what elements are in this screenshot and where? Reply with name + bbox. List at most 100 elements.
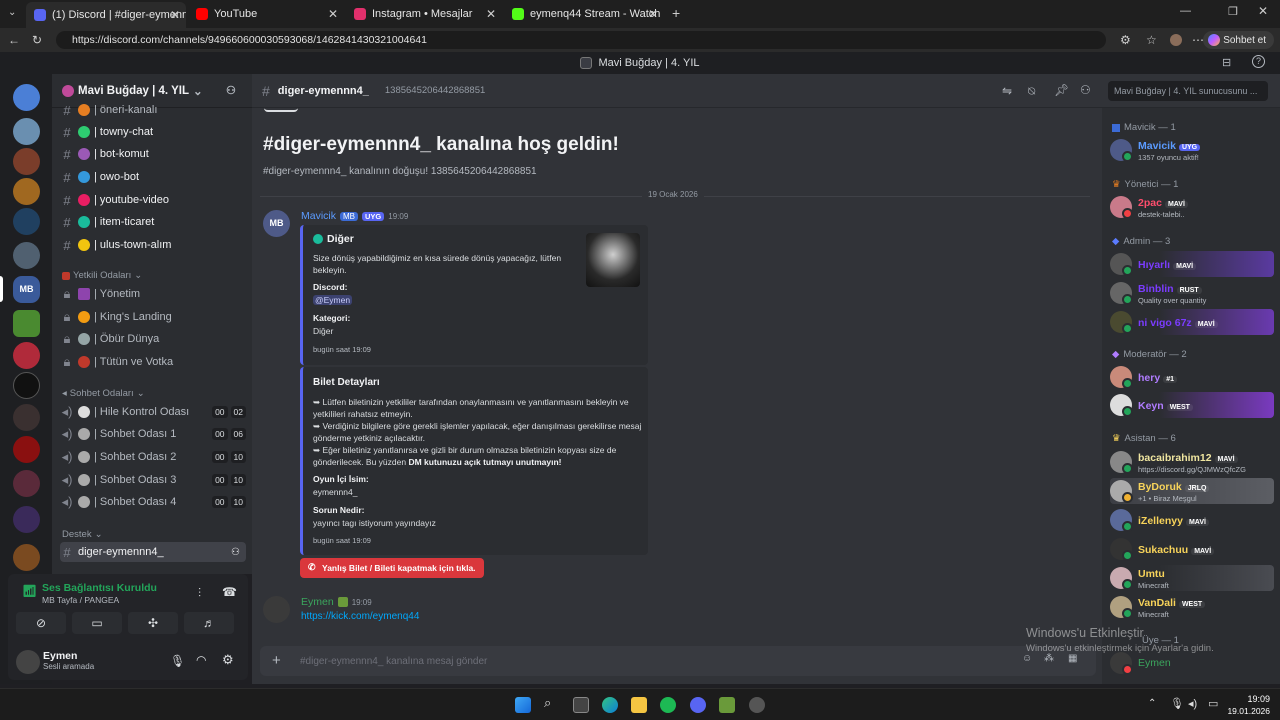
close-tab-icon[interactable]: ✕	[170, 8, 180, 22]
member-item[interactable]: ByDoruk JRLQ +1 • Biraz Meşgul	[1110, 478, 1274, 504]
author-name[interactable]: Mavicik	[301, 210, 336, 222]
embed-thumbnail[interactable]	[586, 233, 640, 287]
member-item[interactable]: iZellenyy MAVİ	[1110, 507, 1274, 533]
locked-voice-item[interactable]: 🔒︎ | Tütün ve Votka	[60, 352, 246, 372]
threads-icon[interactable]: ⇋	[1002, 84, 1012, 98]
server-icon[interactable]	[13, 208, 40, 235]
avatar[interactable]	[16, 650, 40, 674]
server-icon[interactable]	[13, 544, 40, 571]
locked-channel-item[interactable]: 🔒︎ | King's Landing	[60, 307, 246, 327]
channel-item[interactable]: # | owo-bot	[60, 167, 246, 187]
voice-channel-item[interactable]: ◂) | Sohbet Odası 4 00 10	[60, 492, 246, 512]
search-icon[interactable]: ⌕	[544, 695, 560, 711]
server-icon[interactable]	[13, 404, 40, 431]
server-icon[interactable]	[13, 436, 40, 463]
maximize-icon[interactable]: ❐	[1228, 5, 1238, 18]
member-item[interactable]: bacaibrahim12 MAVİ https://discord.gg/QJMW…	[1110, 449, 1274, 475]
category-destek[interactable]: Destek ⌄	[62, 529, 103, 540]
server-icon-mavi-bugday[interactable]: MB	[13, 276, 40, 303]
server-icon[interactable]	[13, 118, 40, 145]
add-attachment-icon[interactable]: +	[272, 652, 281, 669]
member-item[interactable]: hery #1	[1110, 364, 1274, 390]
member-item[interactable]: Sukachuu MAVİ	[1110, 536, 1274, 562]
pin-icon[interactable]: 📌︎	[1054, 83, 1069, 97]
message-link[interactable]: https://kick.com/eymenq44	[301, 611, 419, 622]
add-member-icon[interactable]: ⚇	[231, 547, 240, 558]
channel-item[interactable]: # | bot-komut	[60, 144, 246, 164]
new-tab-icon[interactable]: +	[672, 5, 680, 21]
channel-item-selected[interactable]: # diger-eymennn4_ ⚇	[60, 542, 246, 562]
tab-kick[interactable]: eymenq44 Stream - Watch Live on ✕	[504, 4, 664, 24]
voice-channel-item[interactable]: ◂) | Sohbet Odası 1 00 06	[60, 424, 246, 444]
member-item[interactable]: Keyn WEST	[1110, 392, 1274, 418]
task-view-icon[interactable]	[573, 697, 589, 713]
favorites-icon[interactable]: ☆	[1146, 33, 1157, 47]
voice-status[interactable]: Ses Bağlantısı Kuruldu	[42, 582, 157, 594]
help-icon[interactable]: ?	[1252, 55, 1265, 68]
steam-icon[interactable]	[749, 697, 765, 713]
copilot-chat-button[interactable]: Sohbet et	[1203, 31, 1274, 49]
sticker-icon[interactable]: ⁂	[1044, 653, 1054, 664]
speaker-icon[interactable]: ◂)	[1188, 697, 1197, 710]
soundboard-button[interactable]: ♬	[184, 612, 234, 634]
author-name[interactable]: Eymen	[301, 596, 334, 608]
start-icon[interactable]	[515, 697, 531, 713]
category-sohbet[interactable]: ◂ Sohbet Odaları ⌄	[62, 388, 145, 399]
channel-item[interactable]: # | youtube-video	[60, 190, 246, 210]
more-icon[interactable]: ⋯	[1192, 33, 1204, 47]
url-field[interactable]: https://discord.com/channels/94966060003…	[56, 31, 1106, 49]
locked-channel-item[interactable]: 🔒︎ | Yönetim	[60, 284, 246, 304]
mention[interactable]: @Eymen	[313, 295, 353, 305]
gear-icon[interactable]: ⚙	[222, 652, 234, 668]
headphones-icon[interactable]: ◠	[196, 653, 206, 667]
minimize-icon[interactable]: —	[1180, 5, 1191, 17]
server-icon[interactable]	[13, 310, 40, 337]
member-item[interactable]: 2pac MAVİ destek-talebi..	[1110, 194, 1274, 220]
minecraft-icon[interactable]	[719, 697, 735, 713]
notification-off-icon[interactable]: ⍉	[1028, 84, 1035, 99]
reload-icon[interactable]: ↻	[32, 33, 42, 47]
voice-channel-item[interactable]: ◂) | Sohbet Odası 3 00 10	[60, 470, 246, 490]
server-icon[interactable]	[13, 178, 40, 205]
server-icon[interactable]	[13, 84, 40, 111]
member-item[interactable]: ni vigo 67z MAVİ	[1110, 309, 1274, 335]
spotify-icon[interactable]	[660, 697, 676, 713]
extensions-icon[interactable]: ⚙	[1120, 33, 1131, 47]
channel-item[interactable]: # | towny-chat	[60, 122, 246, 142]
member-list-icon[interactable]: ⚇	[1080, 83, 1091, 97]
locked-voice-item[interactable]: 🔒︎ | Öbür Dünya	[60, 329, 246, 349]
channel-item[interactable]: # | öneri-kanalı	[60, 100, 246, 120]
discord-icon[interactable]	[690, 697, 706, 713]
close-tab-icon[interactable]: ✕	[328, 7, 338, 21]
voice-channel-item[interactable]: ◂) | Hile Kontrol Odası 00 02	[60, 402, 246, 422]
screen-share-button[interactable]: ▭	[72, 612, 122, 634]
search-input[interactable]: Mavi Buğday | 4. YIL sunucusunu ...	[1108, 81, 1268, 101]
close-tab-icon[interactable]: ✕	[648, 7, 658, 21]
channel-item[interactable]: # | ulus-town-alım	[60, 235, 246, 255]
edge-icon[interactable]	[602, 697, 618, 713]
noise-suppression-icon[interactable]: ⫶	[198, 586, 201, 601]
server-icon[interactable]	[13, 148, 40, 175]
clock-date[interactable]: 19.01.2026	[1222, 706, 1270, 716]
camera-off-button[interactable]: ⊘	[16, 612, 66, 634]
member-item[interactable]: Mavicik UYG 1357 oyuncu aktif!	[1110, 137, 1274, 163]
category-yetkili[interactable]: Yetkili Odaları ⌄	[62, 270, 142, 281]
file-explorer-icon[interactable]	[631, 697, 647, 713]
server-icon[interactable]	[13, 372, 40, 399]
gif-icon[interactable]: ☺	[1022, 653, 1032, 664]
avatar[interactable]: MB	[263, 210, 290, 237]
tab-instagram[interactable]: Instagram • Mesajlar ✕	[346, 4, 502, 24]
tray-chevron-icon[interactable]: ⌃	[1148, 698, 1156, 709]
tab-youtube[interactable]: YouTube ✕	[188, 4, 344, 24]
avatar[interactable]	[263, 596, 290, 623]
inbox-icon[interactable]: ⊟	[1222, 56, 1231, 69]
battery-icon[interactable]: ▭	[1208, 697, 1218, 710]
member-item[interactable]: Binblin RUST Quality over quantity	[1110, 280, 1274, 306]
apps-icon[interactable]: ▦	[1068, 653, 1077, 664]
mic-muted-icon[interactable]: 🎙︎	[170, 654, 185, 668]
server-icon[interactable]	[13, 470, 40, 497]
close-ticket-button[interactable]: ✆ Yanlış Bilet / Bileti kapatmak için tı…	[300, 558, 484, 578]
member-item[interactable]: Hıyarlı MAVİ	[1110, 251, 1274, 277]
server-icon[interactable]	[13, 242, 40, 269]
back-icon[interactable]: ←	[8, 33, 20, 47]
